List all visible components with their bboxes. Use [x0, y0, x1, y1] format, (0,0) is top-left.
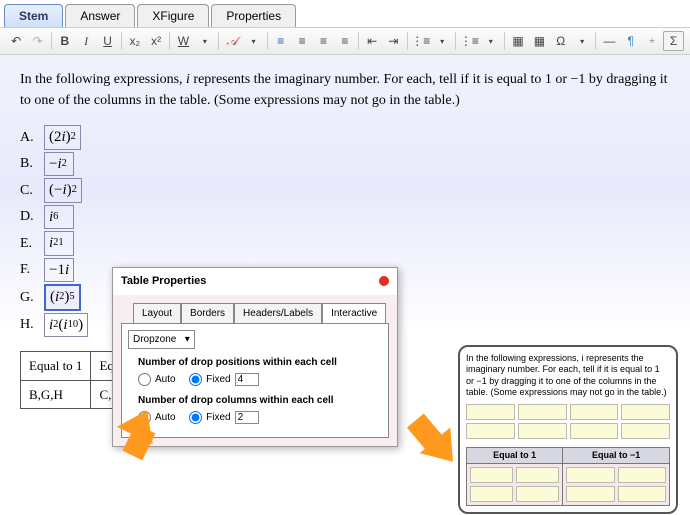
separator [358, 32, 359, 50]
dropzone-select[interactable]: Dropzone ▾ [128, 330, 195, 349]
positions-fixed-input[interactable] [235, 373, 259, 386]
drop-cell[interactable] [570, 423, 619, 439]
redo-icon[interactable]: ↷ [27, 31, 47, 51]
columns-label: Number of drop columns within each cell [138, 393, 382, 408]
tab-properties[interactable]: Properties [211, 4, 296, 27]
separator [407, 32, 408, 50]
expression-box[interactable]: (i2)5 [44, 284, 81, 311]
expression-box[interactable]: −1i [44, 258, 74, 283]
preview-col-2: Equal to −1 [563, 448, 670, 464]
tab-answer[interactable]: Answer [65, 4, 135, 27]
outdent-icon[interactable]: ⇤ [362, 31, 382, 51]
preview-drop-table: Equal to 1 Equal to −1 [466, 447, 670, 506]
drop-cell[interactable] [621, 404, 670, 420]
item-label: H. [20, 314, 38, 335]
indent-icon[interactable]: ⇥ [383, 31, 403, 51]
list-item: B. −i2 [20, 152, 670, 177]
list-item: D. i6 [20, 205, 670, 230]
question-preview: In the following expressions, i represen… [458, 345, 678, 514]
expression-box[interactable]: i2(i10) [44, 313, 88, 338]
item-label: B. [20, 153, 38, 174]
item-label: G. [20, 287, 38, 308]
dialog-title: Table Properties [121, 273, 206, 290]
pilcrow-icon[interactable]: ¶ [621, 31, 641, 51]
separator [169, 32, 170, 50]
image-icon[interactable]: ▦ [529, 31, 549, 51]
list-item: E. i21 [20, 231, 670, 256]
item-label: E. [20, 233, 38, 254]
close-icon[interactable] [379, 276, 389, 286]
question-prompt: In the following expressions, i represen… [20, 69, 670, 111]
editor-content[interactable]: In the following expressions, i represen… [0, 55, 690, 515]
columns-fixed-input[interactable] [235, 411, 259, 424]
popup-tab-headers[interactable]: Headers/Labels [234, 303, 322, 323]
expression-box[interactable]: −i2 [44, 152, 74, 177]
popup-tab-interactive[interactable]: Interactive [322, 303, 386, 323]
align-right-icon[interactable]: ≡ [313, 31, 333, 51]
fraction-icon[interactable]: ÷ [642, 31, 662, 51]
drop-cell[interactable] [621, 423, 670, 439]
preview-source-grid [466, 404, 670, 439]
w-button[interactable]: W [173, 31, 193, 51]
item-label: F. [20, 259, 38, 280]
popup-tab-layout[interactable]: Layout [133, 303, 181, 323]
separator [267, 32, 268, 50]
editor-toolbar: ↶ ↷ B I U x₂ x² W ▾ 𝒜 ▾ ≡ ≡ ≡ ≡ ⇤ ⇥ ⋮≡ ▾… [0, 27, 690, 55]
drop-cell[interactable] [518, 404, 567, 420]
list-bullet-icon[interactable]: ⋮≡ [459, 31, 479, 51]
align-left-icon[interactable]: ≡ [271, 31, 291, 51]
item-label: C. [20, 180, 38, 201]
list-item: A. (2i)2 [20, 125, 670, 150]
separator [504, 32, 505, 50]
tab-stem[interactable]: Stem [4, 4, 63, 27]
item-label: D. [20, 206, 38, 227]
drop-cell[interactable] [466, 404, 515, 420]
answer-cell-1[interactable]: B,G,H [21, 380, 91, 409]
bold-button[interactable]: B [55, 31, 75, 51]
expression-box[interactable]: i6 [44, 205, 74, 230]
expression-box[interactable]: (2i)2 [44, 125, 81, 150]
main-tabs: Stem Answer XFigure Properties [0, 0, 690, 27]
subscript-button[interactable]: x₂ [125, 31, 145, 51]
positions-auto-radio[interactable] [138, 373, 151, 386]
table-icon[interactable]: ▦ [508, 31, 528, 51]
separator [51, 32, 52, 50]
preview-col-1: Equal to 1 [467, 448, 563, 464]
expression-box[interactable]: (−i)2 [44, 178, 82, 203]
tab-xfigure[interactable]: XFigure [137, 4, 209, 27]
positions-label: Number of drop positions within each cel… [138, 355, 382, 370]
separator [595, 32, 596, 50]
align-justify-icon[interactable]: ≡ [335, 31, 355, 51]
drop-cell[interactable] [466, 423, 515, 439]
align-center-icon[interactable]: ≡ [292, 31, 312, 51]
list-numbered-icon[interactable]: ⋮≡ [411, 31, 431, 51]
preview-dropzone-1[interactable] [467, 464, 563, 506]
undo-icon[interactable]: ↶ [6, 31, 26, 51]
item-label: A. [20, 127, 38, 148]
columns-fixed-radio[interactable] [189, 411, 202, 424]
sigma-icon[interactable]: Σ [663, 31, 684, 51]
separator [121, 32, 122, 50]
separator [455, 32, 456, 50]
separator [218, 32, 219, 50]
popup-tab-borders[interactable]: Borders [181, 303, 234, 323]
list-item: C. (−i)2 [20, 178, 670, 203]
answer-header-1: Equal to 1 [21, 352, 91, 381]
italic-button[interactable]: I [76, 31, 96, 51]
style-button[interactable]: 𝒜 [222, 31, 242, 51]
positions-fixed-radio[interactable] [189, 373, 202, 386]
superscript-button[interactable]: x² [146, 31, 166, 51]
preview-prompt: In the following expressions, i represen… [466, 353, 670, 398]
drop-cell[interactable] [570, 404, 619, 420]
expression-box[interactable]: i21 [44, 231, 74, 256]
omega-icon[interactable]: Ω [551, 31, 571, 51]
hr-icon[interactable]: — [599, 31, 619, 51]
preview-dropzone-2[interactable] [563, 464, 670, 506]
underline-button[interactable]: U [97, 31, 117, 51]
drop-cell[interactable] [518, 423, 567, 439]
